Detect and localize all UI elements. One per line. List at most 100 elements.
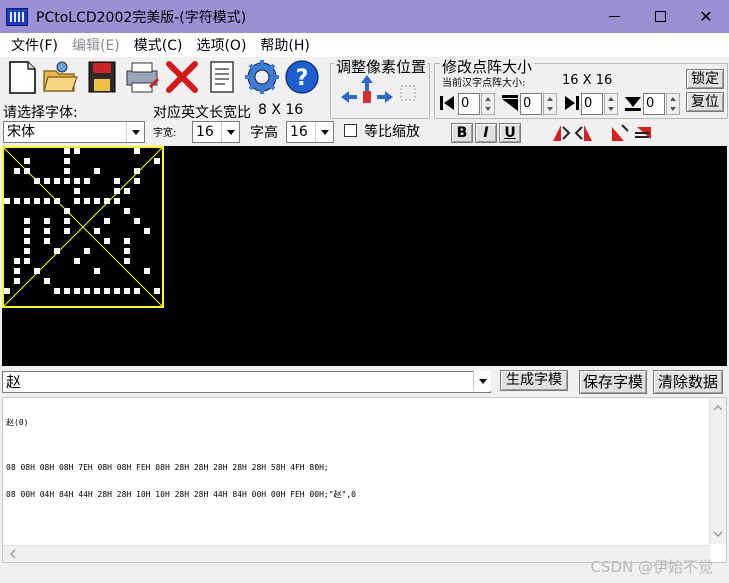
save-floppy-icon[interactable]: [84, 59, 120, 95]
glyph-pixel: [124, 288, 130, 294]
notepad-icon[interactable]: [204, 59, 240, 95]
char-width-select[interactable]: 16: [192, 121, 240, 143]
bold-button[interactable]: B: [451, 123, 473, 143]
font-select-label: 请选择字体:: [3, 105, 78, 121]
scroll-up-icon[interactable]: [710, 400, 726, 416]
spin-bottom-value[interactable]: 0: [643, 93, 665, 115]
char-input-dropdown[interactable]: [471, 371, 491, 393]
vertical-scrollbar[interactable]: [709, 398, 726, 544]
spin-left-stepper[interactable]: [481, 93, 495, 115]
glyph-pixel: [94, 198, 100, 204]
ratio-value: 8 X 16: [258, 102, 304, 118]
chevron-down-icon[interactable]: [126, 122, 144, 142]
spin-left-value[interactable]: 0: [458, 93, 480, 115]
gear-icon[interactable]: [244, 59, 280, 95]
glyph-pixel: [64, 168, 70, 174]
move-right-icon[interactable]: [375, 87, 395, 107]
chevron-down-icon[interactable]: [221, 122, 239, 142]
glyph-pixel: [24, 168, 30, 174]
glyph-pixel: [44, 178, 50, 184]
underline-button[interactable]: U: [499, 123, 521, 143]
proportional-scale-checkbox[interactable]: [344, 124, 357, 137]
shrink-top-icon[interactable]: [500, 93, 520, 113]
menu-options[interactable]: 选项(O): [189, 35, 253, 55]
new-file-icon[interactable]: [4, 59, 40, 95]
glyph-pixel: [134, 168, 140, 174]
lock-button[interactable]: 锁定: [686, 69, 724, 89]
char-input[interactable]: 赵: [2, 371, 491, 393]
rotate-right-icon[interactable]: [633, 123, 653, 143]
window-controls: ✕: [591, 0, 729, 33]
save-button[interactable]: 保存字模: [579, 370, 647, 394]
glyph-pixel: [64, 218, 70, 224]
glyph-pixel: [94, 228, 100, 234]
menu-bar: 文件(F) 编辑(E) 模式(C) 选项(O) 帮助(H): [0, 33, 729, 57]
menu-edit[interactable]: 编辑(E): [65, 35, 127, 55]
glyph-pixel: [84, 288, 90, 294]
glyph-pixel: [84, 178, 90, 184]
menu-file[interactable]: 文件(F): [4, 35, 65, 55]
shrink-right-icon[interactable]: [561, 93, 581, 113]
print-icon[interactable]: [124, 59, 160, 95]
glyph-pixel: [14, 278, 20, 284]
glyph-pixel: [34, 268, 40, 274]
mirror-right-icon[interactable]: [574, 123, 594, 143]
glyph-pixel: [94, 168, 100, 174]
glyph-pixel: [14, 168, 20, 174]
move-center-icon[interactable]: [357, 87, 377, 107]
spin-right-value[interactable]: 0: [581, 93, 603, 115]
move-left-icon[interactable]: [339, 87, 359, 107]
glyph-pixel: [24, 218, 30, 224]
char-input-value: 赵: [6, 373, 22, 391]
shrink-bottom-icon[interactable]: [623, 93, 643, 113]
reset-button[interactable]: 复位: [686, 92, 724, 112]
font-select[interactable]: 宋体: [3, 121, 145, 143]
pixel-adjust-title: 调整像素位置: [334, 56, 429, 77]
glyph-preview[interactable]: [2, 146, 164, 308]
glyph-canvas[interactable]: [2, 146, 727, 366]
glyph-pixel: [44, 198, 50, 204]
glyph-pixel: [74, 178, 80, 184]
rotate-left-icon[interactable]: [610, 123, 630, 143]
mirror-left-icon[interactable]: [551, 123, 571, 143]
glyph-pixel: [84, 248, 90, 254]
glyph-pixel: [114, 198, 120, 204]
glyph-pixel: [54, 198, 60, 204]
glyph-pixel: [44, 238, 50, 244]
chevron-down-icon[interactable]: [473, 371, 491, 391]
char-height-select[interactable]: 16: [286, 121, 334, 143]
italic-button[interactable]: I: [475, 123, 497, 143]
output-textarea[interactable]: 赵(0) 08 08H 08H 08H 7EH 08H 08H FEH 08H …: [2, 397, 727, 563]
glyph-pixel: [64, 288, 70, 294]
glyph-pixel: [114, 188, 120, 194]
scroll-down-icon[interactable]: [710, 526, 726, 542]
spin-top-value[interactable]: 0: [520, 93, 542, 115]
glyph-pixel: [94, 268, 100, 274]
maximize-icon: [654, 11, 666, 22]
title-bar: PCtoLCD2002完美版-(字符模式) ✕: [0, 0, 729, 33]
help-question-icon[interactable]: ?: [284, 59, 320, 95]
clear-data-button[interactable]: 清除数据: [653, 370, 723, 394]
spin-right-stepper[interactable]: [604, 93, 618, 115]
glyph-pixel: [14, 258, 20, 264]
glyph-pixel: [134, 288, 140, 294]
spin-bottom-stepper[interactable]: [666, 93, 680, 115]
scroll-left-icon[interactable]: [5, 546, 21, 562]
shrink-left-icon[interactable]: [438, 93, 458, 113]
grid-toggle-icon[interactable]: [398, 83, 418, 103]
menu-help[interactable]: 帮助(H): [253, 35, 316, 55]
spin-top-stepper[interactable]: [543, 93, 557, 115]
open-folder-icon[interactable]: [42, 59, 78, 95]
glyph-pixel: [14, 268, 20, 274]
glyph-pixel: [14, 198, 20, 204]
glyph-pixel: [114, 288, 120, 294]
chevron-down-icon[interactable]: [315, 122, 333, 142]
generate-button[interactable]: 生成字模: [500, 370, 568, 391]
delete-x-icon[interactable]: [164, 59, 200, 95]
minimize-button[interactable]: [591, 0, 637, 33]
glyph-pixel: [64, 228, 70, 234]
close-button[interactable]: ✕: [683, 0, 729, 33]
maximize-button[interactable]: [637, 0, 683, 33]
menu-mode[interactable]: 模式(C): [127, 35, 190, 55]
glyph-pixel: [144, 268, 150, 274]
